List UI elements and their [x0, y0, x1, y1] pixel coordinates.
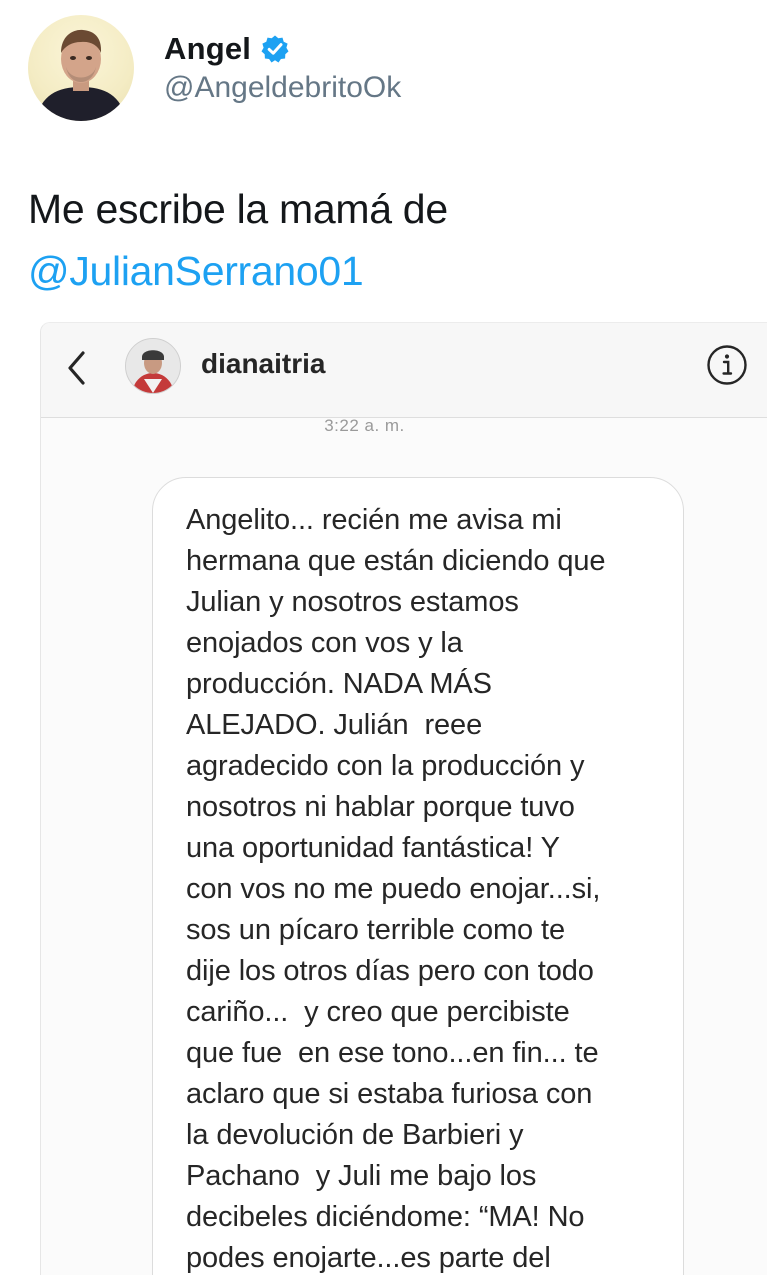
message-line: decibeles diciéndome: “MA! No [186, 1201, 585, 1233]
chevron-left-icon[interactable] [63, 347, 89, 389]
dm-contact-avatar[interactable] [125, 338, 181, 394]
message-line: ALEJADO. Julián reee [186, 709, 483, 741]
message-line: cariño... y creo que percibiste [186, 996, 570, 1028]
message-line: podes enojarte...es parte del [186, 1242, 551, 1274]
message-line: que fue en ese tono...en fin... te [186, 1037, 599, 1069]
message-line: una oportunidad fantástica! Y [186, 832, 560, 864]
author-info: Angel @AngeldebritoOk [164, 31, 401, 105]
message-line: aclaro que si estaba furiosa con [186, 1078, 593, 1110]
dm-header: dianaitria [41, 323, 767, 418]
tweet-text-line: Me escribe la mamá de [28, 186, 448, 232]
message-line: Pachano y Juli me bajo los [186, 1160, 537, 1192]
author-avatar-image [36, 29, 126, 121]
message-line: hermana que están diciendo que [186, 545, 606, 577]
message-line: la devolución de Barbieri y [186, 1119, 524, 1151]
tweet-text: Me escribe la mamá de @JulianSerrano01 [28, 178, 748, 302]
message-bubble[interactable]: Angelito... recién me avisa mi hermana q… [152, 477, 684, 1275]
message-line: sos un pícaro terrible como te [186, 914, 566, 946]
message-line: producción. NADA MÁS [186, 668, 492, 700]
info-icon[interactable] [705, 343, 749, 387]
dm-username[interactable]: dianaitria [201, 348, 325, 380]
author-name[interactable]: Angel [164, 31, 251, 67]
message-line: Julian y nosotros estamos [186, 586, 519, 618]
message-line: Angelito... recién me avisa mi [186, 504, 562, 536]
message-timestamp: 3:22 a. m. [324, 416, 405, 435]
verified-badge-icon [260, 34, 290, 64]
message-line: nosotros ni hablar porque tuvo [186, 791, 575, 823]
embedded-dm-screenshot: dianaitria 3:22 a. m. Angelito... recién… [40, 322, 767, 1275]
message-line: dije los otros días pero con todo [186, 955, 594, 987]
message-line: agradecido con la producción y [186, 750, 585, 782]
tweet-screenshot: Angel @AngeldebritoOk Me escribe la mamá… [0, 0, 767, 1275]
dm-contact-avatar-image [126, 339, 180, 393]
message-line: con vos no me puedo enojar...si, [186, 873, 601, 905]
mention-link[interactable]: @JulianSerrano01 [28, 240, 748, 302]
message-line: enojados con vos y la [186, 627, 463, 659]
tweet-header: Angel @AngeldebritoOk [28, 12, 401, 124]
author-avatar[interactable] [28, 15, 134, 121]
author-name-row: Angel [164, 31, 401, 67]
author-handle[interactable]: @AngeldebritoOk [164, 71, 401, 105]
